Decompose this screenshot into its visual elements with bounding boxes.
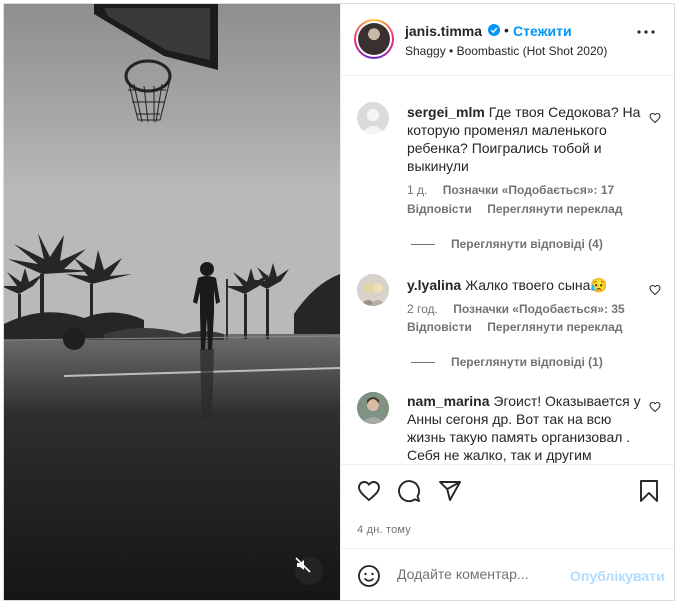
comment-body: nam_marina Эгоист! Оказывается у Анны се… xyxy=(407,392,643,464)
comment-time[interactable]: 1 д. xyxy=(407,183,427,197)
share-icon[interactable] xyxy=(438,479,462,503)
reply-button[interactable]: Відповісти xyxy=(407,320,472,334)
post-header: janis.timma • Стежити Shaggy • Boombasti… xyxy=(341,4,674,76)
separator-dot: • xyxy=(504,22,509,38)
user-photo-icon xyxy=(357,392,389,424)
comment-meta: 2 год. Позначки «Подобається»: 35 xyxy=(407,302,625,316)
comment-text: Жалко твоего сына😥 xyxy=(465,277,608,293)
comment-time[interactable]: 2 год. xyxy=(407,302,438,316)
commenter-avatar[interactable] xyxy=(357,274,389,306)
comments-list[interactable]: sergei_mlm Где твоя Седокова? На которую… xyxy=(341,76,674,464)
commenter-avatar[interactable] xyxy=(357,102,389,134)
verified-badge-icon xyxy=(488,24,500,36)
replies-divider xyxy=(411,243,435,245)
author-username[interactable]: janis.timma xyxy=(405,23,482,39)
reply-button[interactable]: Відповісти xyxy=(407,202,472,216)
comment-username[interactable]: nam_marina xyxy=(407,393,489,409)
bookmark-icon[interactable] xyxy=(637,479,661,503)
author-avatar[interactable] xyxy=(354,19,394,59)
translate-button[interactable]: Переглянути переклад xyxy=(487,320,622,334)
comment-composer: Опублікувати xyxy=(341,548,674,600)
comment-input[interactable] xyxy=(397,566,567,582)
comment-username[interactable]: y.lyalina xyxy=(407,277,461,293)
post-sidebar: janis.timma • Стежити Shaggy • Boombasti… xyxy=(340,4,674,600)
replies-divider xyxy=(411,361,435,363)
emoji-icon[interactable] xyxy=(357,564,381,588)
comment-icon[interactable] xyxy=(397,479,421,503)
post-dialog: janis.timma • Стежити Shaggy • Boombasti… xyxy=(3,3,675,601)
comment-likes[interactable]: Позначки «Подобається»: 17 xyxy=(443,183,614,197)
post-video[interactable] xyxy=(4,4,340,600)
post-date[interactable]: 4 дн. тому xyxy=(357,524,411,536)
video-frame xyxy=(4,4,340,600)
comment-actions: Відповісти Переглянути переклад xyxy=(407,202,634,216)
view-replies-button[interactable]: Переглянути відповіді (4) xyxy=(411,237,603,251)
comment-actions: Відповісти Переглянути переклад xyxy=(407,320,634,334)
post-actions: 4 дн. тому xyxy=(341,464,674,548)
default-avatar-icon xyxy=(361,109,385,134)
follow-button[interactable]: Стежити xyxy=(513,23,572,39)
comment-meta: 1 д. Позначки «Подобається»: 17 xyxy=(407,183,614,197)
user-photo-icon xyxy=(357,274,389,306)
translate-button[interactable]: Переглянути переклад xyxy=(487,202,622,216)
audio-track[interactable]: Shaggy • Boombastic (Hot Shot 2020) xyxy=(405,44,607,58)
mute-icon xyxy=(295,557,311,573)
view-replies-label: Переглянути відповіді (1) xyxy=(451,355,603,369)
comment-username[interactable]: sergei_mlm xyxy=(407,104,485,120)
like-comment-heart-icon[interactable] xyxy=(649,112,661,124)
mute-button[interactable] xyxy=(295,557,323,585)
like-comment-heart-icon[interactable] xyxy=(649,401,661,413)
comment-body: sergei_mlm Где твоя Седокова? На которую… xyxy=(407,103,643,175)
more-options-icon[interactable] xyxy=(637,30,655,34)
like-comment-heart-icon[interactable] xyxy=(649,284,661,296)
publish-button[interactable]: Опублікувати xyxy=(570,568,665,584)
view-replies-label: Переглянути відповіді (4) xyxy=(451,237,603,251)
view-replies-button[interactable]: Переглянути відповіді (1) xyxy=(411,355,603,369)
heart-icon[interactable] xyxy=(357,479,381,503)
comment-body: y.lyalina Жалко твоего сына😥 xyxy=(407,276,643,294)
comment-likes[interactable]: Позначки «Подобається»: 35 xyxy=(453,302,624,316)
commenter-avatar[interactable] xyxy=(357,392,389,424)
